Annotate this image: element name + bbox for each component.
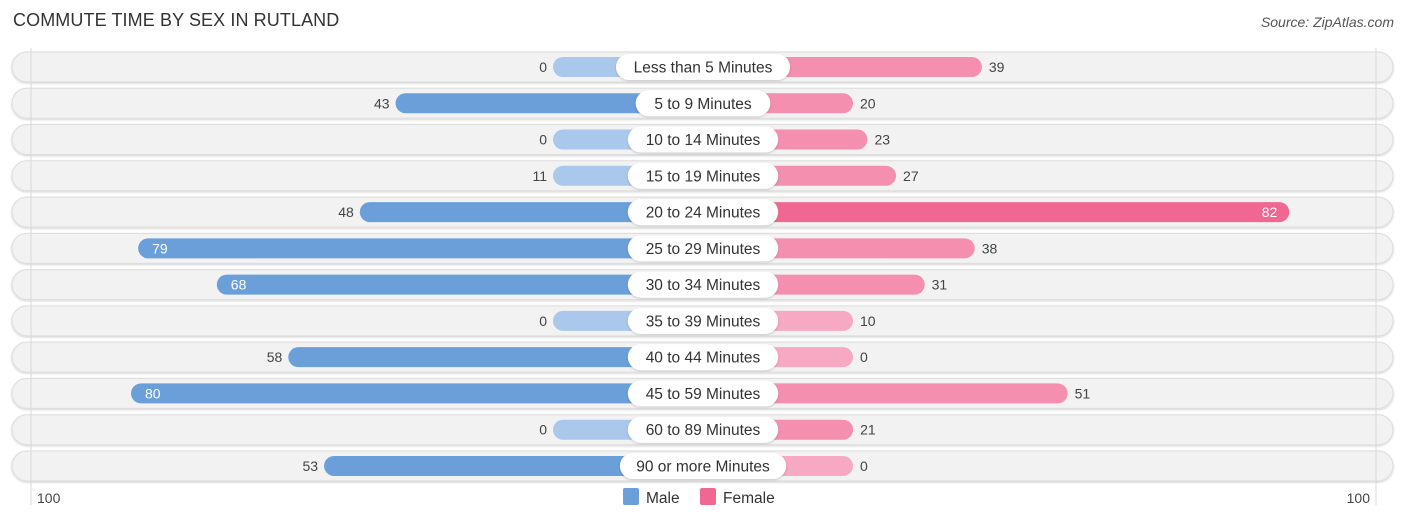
value-label-male: 68 (231, 277, 247, 293)
value-label-male: 43 (374, 95, 390, 111)
value-label-male: 0 (539, 132, 547, 148)
chart-row: 0 23 10 to 14 Minutes (11, 124, 1394, 156)
chart-row: 68 31 30 to 34 Minutes (11, 269, 1394, 301)
chart-row: 43 20 5 to 9 Minutes (11, 87, 1394, 119)
category-label: 40 to 44 Minutes (646, 350, 761, 367)
value-label-male: 80 (145, 385, 161, 401)
bar-male (138, 238, 703, 259)
chart-row: 80 51 45 to 59 Minutes (11, 377, 1394, 409)
chart-row: 79 38 25 to 29 Minutes (11, 232, 1394, 264)
value-label-female: 20 (860, 95, 876, 111)
category-label: 45 to 59 Minutes (646, 386, 761, 403)
value-label-female: 0 (860, 349, 868, 365)
value-label-male: 48 (338, 204, 354, 220)
value-label-male: 79 (152, 240, 168, 256)
value-label-male: 0 (539, 422, 547, 438)
chart-row: 0 10 35 to 39 Minutes (11, 305, 1394, 337)
category-label: 25 to 29 Minutes (646, 241, 761, 258)
value-label-female: 21 (860, 422, 876, 438)
value-label-female: 0 (860, 458, 868, 474)
chart-row: 53 0 90 or more Minutes (11, 450, 1394, 482)
category-label: 30 to 34 Minutes (646, 277, 761, 294)
category-label: 60 to 89 Minutes (646, 422, 761, 439)
chart: 0 39 Less than 5 Minutes 43 20 5 to 9 Minutes… (11, 48, 1394, 507)
value-label-female: 82 (1262, 204, 1278, 220)
value-label-female: 27 (903, 168, 919, 184)
chart-row: 0 39 Less than 5 Minutes (11, 51, 1394, 83)
legend-label-male: Male (646, 490, 680, 507)
chart-row: 11 27 15 to 19 Minutes (11, 160, 1394, 192)
value-label-male: 11 (532, 168, 547, 184)
legend-label-female: Female (723, 490, 775, 507)
category-label: 15 to 19 Minutes (646, 168, 761, 185)
chart-row: 0 21 60 to 89 Minutes (11, 414, 1394, 446)
value-label-female: 31 (932, 277, 948, 293)
legend: Male Female (623, 488, 775, 507)
legend-swatch-female (700, 488, 716, 505)
value-label-male: 0 (539, 59, 547, 75)
bar-female (703, 202, 1290, 223)
value-label-female: 23 (874, 132, 890, 148)
category-label: 10 to 14 Minutes (646, 132, 761, 149)
chart-row: 58 0 40 to 44 Minutes (11, 341, 1394, 373)
axis-label-left: 100 (37, 490, 61, 506)
category-label: 20 to 24 Minutes (646, 205, 761, 222)
bar-male (131, 383, 703, 404)
chart-row: 48 82 20 to 24 Minutes (11, 196, 1394, 228)
category-label: 90 or more Minutes (636, 458, 770, 475)
category-label: 5 to 9 Minutes (654, 96, 752, 113)
legend-swatch-male (623, 488, 639, 505)
value-label-female: 10 (860, 313, 876, 329)
value-label-male: 0 (539, 313, 547, 329)
value-label-female: 51 (1075, 385, 1091, 401)
category-label: Less than 5 Minutes (634, 60, 773, 77)
axis-label-right: 100 (1347, 490, 1371, 506)
category-label: 35 to 39 Minutes (646, 313, 761, 330)
value-label-female: 39 (989, 59, 1005, 75)
value-label-male: 53 (302, 458, 318, 474)
value-label-female: 38 (982, 240, 998, 256)
value-label-male: 58 (267, 349, 283, 365)
